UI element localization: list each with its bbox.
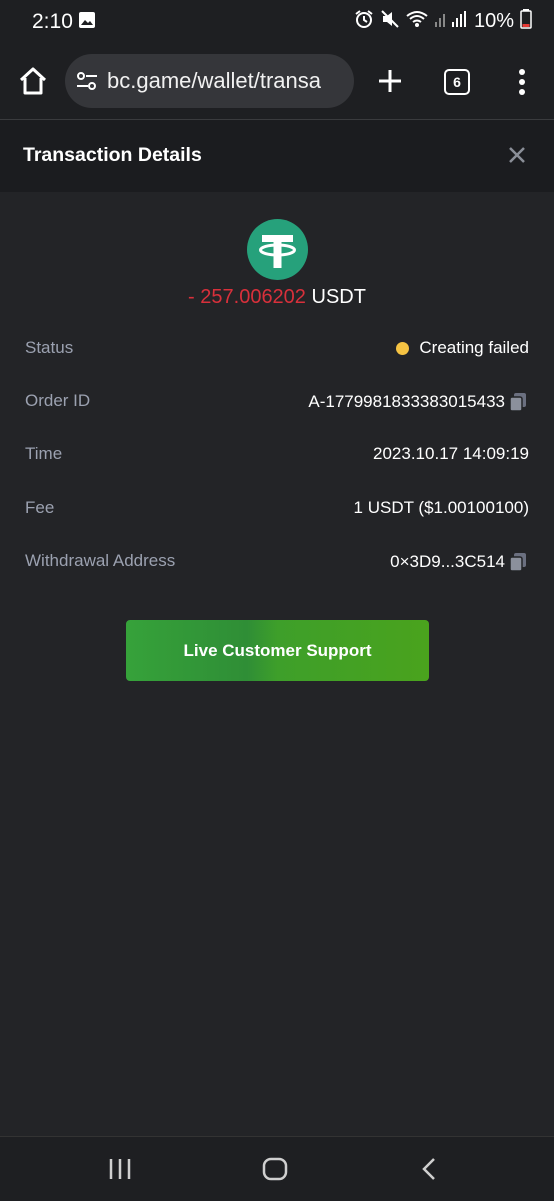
status-icons: 10% [354, 9, 532, 34]
detail-label: Time [25, 444, 63, 463]
detail-row-order-id: Order ID A-1779981833383015433 [25, 387, 529, 417]
detail-label: Order ID [25, 391, 91, 410]
live-support-button[interactable]: Live Customer Support [126, 620, 429, 681]
browser-toolbar: bc.game/wallet/transa 6 [0, 42, 554, 120]
modal-header: Transaction Details [0, 120, 554, 192]
copy-icon[interactable] [507, 551, 529, 573]
back-icon[interactable] [420, 1157, 440, 1186]
site-settings-icon[interactable] [75, 70, 99, 97]
status-text: Creating failed [419, 338, 529, 357]
detail-row-fee: Fee 1 USDT ($1.00100100) [25, 494, 529, 524]
wifi-icon [406, 9, 428, 34]
recents-icon[interactable] [107, 1157, 133, 1186]
detail-value: 1 USDT ($1.00100100) [353, 498, 529, 517]
status-dot-icon [396, 341, 410, 355]
detail-row-time: Time 2023.10.17 14:09:19 [25, 440, 529, 470]
home-icon[interactable] [16, 64, 50, 98]
order-id-text: A-1779981833383015433 [308, 392, 505, 411]
signal-icon [434, 10, 468, 33]
modal-title: Transaction Details [23, 144, 202, 166]
close-icon[interactable] [506, 144, 528, 166]
detail-value: 2023.10.17 14:09:19 [373, 444, 529, 463]
more-menu-icon[interactable] [510, 66, 534, 98]
system-nav-bar [0, 1136, 554, 1201]
alarm-icon [354, 9, 374, 34]
detail-value: Creating failed [396, 338, 529, 358]
detail-label: Fee [25, 498, 55, 517]
detail-row-withdrawal-address: Withdrawal Address 0×3D9...3C514 [25, 547, 529, 577]
address-bar[interactable]: bc.game/wallet/transa [65, 54, 354, 108]
detail-value: 0×3D9...3C514 [390, 551, 529, 573]
withdrawal-address-text: 0×3D9...3C514 [390, 552, 505, 571]
home-nav-icon[interactable] [262, 1157, 288, 1186]
tether-icon [247, 219, 308, 280]
mute-icon [380, 9, 400, 34]
battery-percent: 10% [473, 10, 514, 32]
transaction-amount: - 257.006202 USDT [0, 286, 554, 309]
copy-icon[interactable] [507, 391, 529, 413]
detail-row-status: Status Creating failed [25, 334, 529, 364]
new-tab-icon[interactable] [375, 66, 405, 96]
status-time: 2:10 [32, 10, 73, 33]
amount-currency: USDT [311, 286, 366, 308]
status-bar: 2:10 10% [0, 0, 554, 42]
detail-value: A-1779981833383015433 [308, 391, 529, 413]
amount-value: 257.006202 [200, 286, 306, 308]
url-text[interactable]: bc.game/wallet/transa [107, 68, 321, 94]
image-notification-icon [78, 11, 96, 34]
battery-icon [520, 9, 532, 34]
amount-sign: - [188, 286, 201, 308]
tab-switcher-button[interactable]: 6 [444, 69, 470, 95]
detail-label: Status [25, 338, 74, 357]
detail-label: Withdrawal Address [25, 551, 176, 570]
